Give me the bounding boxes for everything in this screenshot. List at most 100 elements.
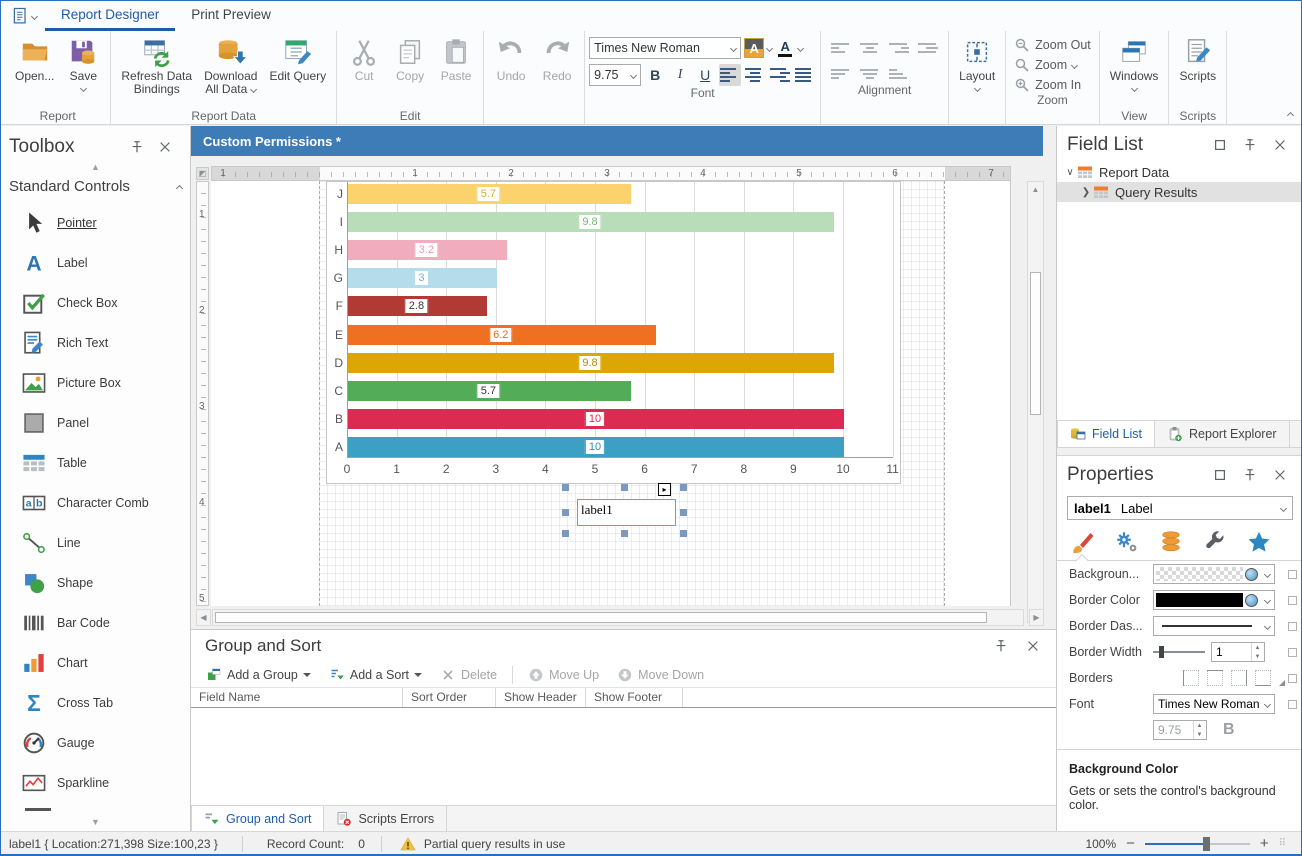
selection-handle[interactable]	[621, 530, 628, 537]
layout-button[interactable]: Layout	[953, 35, 1001, 93]
label1-control[interactable]: label1	[577, 499, 676, 526]
toolbox-item-bar-code[interactable]: Bar Code	[1, 603, 190, 643]
toolbox-item-check-box[interactable]: Check Box	[1, 283, 190, 323]
property-checkbox[interactable]	[1288, 674, 1297, 683]
toolbox-item-label[interactable]: ALabel	[1, 243, 190, 283]
horizontal-scroll-thumb[interactable]	[215, 612, 987, 623]
zoom-in-button[interactable]: Zoom In	[1014, 77, 1091, 93]
highlight-color-menu[interactable]	[766, 45, 773, 52]
property-checkbox[interactable]	[1288, 700, 1297, 709]
paste-button[interactable]: Paste	[433, 35, 479, 85]
selection-handle[interactable]	[680, 509, 687, 516]
behavior-gears-icon[interactable]	[1115, 530, 1139, 554]
download-all-data-button[interactable]: DownloadAll Data	[198, 35, 263, 98]
tab-field-list[interactable]: Field List	[1057, 421, 1155, 447]
favorites-star-icon[interactable]	[1247, 530, 1271, 554]
zoom-slider-thumb[interactable]	[1203, 837, 1210, 851]
open-button[interactable]: Open...	[9, 35, 60, 85]
border-color-picker[interactable]	[1153, 590, 1275, 610]
border-l-button[interactable]	[1183, 670, 1199, 686]
font-color-menu[interactable]	[797, 45, 804, 52]
backgroun-picker[interactable]	[1153, 564, 1275, 584]
property-checkbox[interactable]	[1288, 622, 1297, 631]
toolbox-close-icon[interactable]	[158, 140, 172, 154]
data-db-icon[interactable]	[1159, 530, 1183, 554]
edit-query-button[interactable]: Edit Query	[263, 35, 332, 85]
bold-button[interactable]: B	[644, 64, 666, 86]
properties-restore-icon[interactable]	[1213, 468, 1227, 482]
toolbox-item-pointer[interactable]: Pointer	[1, 203, 190, 243]
resize-grip-icon[interactable]: ⠿	[1279, 838, 1287, 849]
move-down-button[interactable]: Move Down	[610, 665, 711, 685]
justify-button[interactable]	[794, 64, 816, 86]
appearance-brush-icon[interactable]	[1071, 530, 1095, 554]
selection-handle[interactable]	[621, 484, 628, 491]
field-list-close-icon[interactable]	[1273, 138, 1287, 152]
vertical-scrollbar[interactable]: ▲ ▼	[1027, 181, 1044, 623]
toolbox-scroll-up-icon[interactable]: ▲	[1, 162, 190, 174]
field-list-pin-icon[interactable]	[1243, 138, 1257, 152]
properties-close-icon[interactable]	[1273, 468, 1287, 482]
group-sort-empty-list[interactable]	[191, 708, 1056, 805]
align-object-left-icon[interactable]	[831, 39, 851, 57]
italic-button[interactable]: I	[669, 64, 691, 86]
zoom-button[interactable]: Zoom	[1014, 57, 1091, 73]
vertical-scroll-thumb[interactable]	[1030, 272, 1041, 415]
toolbox-item-shape[interactable]: Shape	[1, 563, 190, 603]
font-size-spinner[interactable]: 9.75▲▼	[1153, 720, 1207, 740]
border-b-button[interactable]	[1255, 670, 1271, 686]
selection-handle[interactable]	[680, 484, 687, 491]
toolbox-item-line[interactable]: Line	[1, 523, 190, 563]
undo-button[interactable]: Undo	[488, 35, 534, 85]
refresh-data-bindings-button[interactable]: Refresh DataBindings	[115, 35, 198, 98]
zoom-out-minus[interactable]: −	[1126, 839, 1135, 849]
borders-expand-icon[interactable]	[1279, 680, 1285, 686]
toolbox-item-chart[interactable]: Chart	[1, 643, 190, 683]
border-dash-combo[interactable]	[1153, 616, 1275, 636]
align-center-button[interactable]	[744, 64, 766, 86]
border-width-spinner[interactable]: 1▲▼	[1211, 642, 1265, 662]
border-r-button[interactable]	[1231, 670, 1247, 686]
add-a-group-button[interactable]: Add a Group	[199, 665, 318, 685]
delete-button[interactable]: Delete	[433, 665, 504, 685]
toolbox-section-standard-controls[interactable]: Standard Controls	[1, 174, 190, 203]
toolbox-item-cross-tab[interactable]: ΣCross Tab	[1, 683, 190, 723]
smart-tag-button[interactable]: ▸	[658, 483, 671, 496]
group-sort-pin-icon[interactable]	[994, 639, 1008, 653]
tab-report-explorer[interactable]: Report Explorer	[1155, 421, 1290, 447]
align-object-center-icon[interactable]	[860, 39, 880, 57]
align-left-button[interactable]	[719, 64, 741, 86]
cut-button[interactable]: Cut	[341, 35, 387, 85]
save-button[interactable]: Save	[60, 35, 106, 93]
toolbox-item-rich-text[interactable]: Rich Text	[1, 323, 190, 363]
horizontal-scrollbar[interactable]: ◀ ▶	[196, 609, 1044, 626]
font-family-combo[interactable]: Times New Roman	[1153, 694, 1275, 714]
scroll-up-arrow-icon[interactable]: ▲	[1029, 183, 1042, 196]
tab-report-designer[interactable]: Report Designer	[45, 1, 175, 31]
toolbox-scroll-down-icon[interactable]: ▼	[1, 817, 190, 827]
chevron-right-icon[interactable]: ❯	[1079, 187, 1093, 198]
tab-print-preview[interactable]: Print Preview	[175, 1, 287, 31]
property-object-selector[interactable]: label1Label	[1067, 496, 1293, 520]
layout-wrench-icon[interactable]	[1203, 530, 1227, 554]
border-width-slider[interactable]	[1153, 651, 1205, 653]
move-up-button[interactable]: Move Up	[521, 665, 606, 685]
font-name-combo[interactable]: Times New Roman	[589, 37, 741, 59]
toolbox-item-sparkline[interactable]: Sparkline	[1, 763, 190, 803]
toolbox-pin-icon[interactable]	[130, 140, 144, 154]
group-sort-close-icon[interactable]	[1026, 639, 1040, 653]
selection-handle[interactable]	[562, 484, 569, 491]
zoom-in-plus[interactable]: +	[1260, 839, 1269, 849]
align-object-bottom-icon[interactable]	[889, 65, 909, 83]
zoom-out-button[interactable]: Zoom Out	[1014, 37, 1091, 53]
tree-item-query-results[interactable]: ❯Query Results	[1057, 182, 1302, 202]
align-right-button[interactable]	[769, 64, 791, 86]
ruler-corner-icon[interactable]: ◩	[196, 167, 209, 180]
selection-handle[interactable]	[562, 530, 569, 537]
toolbox-item-picture-box[interactable]: Picture Box	[1, 363, 190, 403]
column-header-sort-order[interactable]: Sort Order	[403, 688, 496, 707]
tree-item-report-data[interactable]: ∨Report Data	[1057, 162, 1302, 182]
font-size-combo[interactable]: 9.75	[589, 64, 641, 86]
document-title-bar[interactable]: Custom Permissions *	[191, 126, 1043, 156]
scroll-left-arrow-icon[interactable]: ◀	[196, 609, 211, 626]
